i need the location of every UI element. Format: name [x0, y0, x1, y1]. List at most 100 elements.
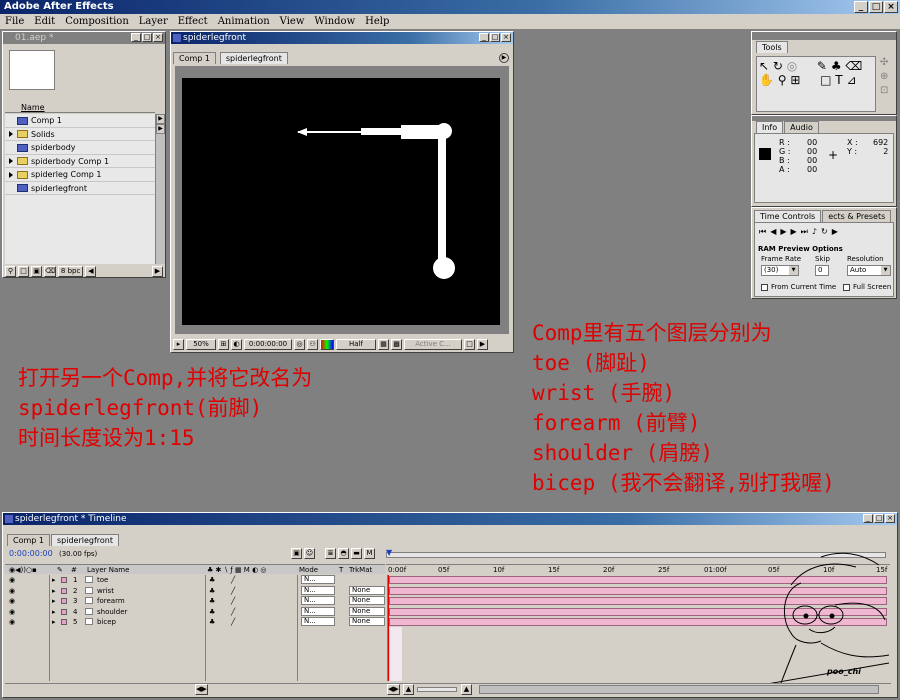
mark-icon[interactable]: M	[364, 548, 375, 559]
effects-presets-tab[interactable]: ects & Presets	[822, 210, 892, 222]
comp-button-icon[interactable]: ▣	[291, 548, 302, 559]
time-indicator-icon[interactable]: ▼	[386, 548, 392, 557]
visibility-eye-icon[interactable]: ◉	[9, 586, 15, 596]
show-snapshot-icon[interactable]: ⚇	[307, 339, 318, 350]
time-controls-tab[interactable]: Time Controls	[754, 210, 822, 222]
menu-layer[interactable]: Layer	[134, 14, 173, 29]
comp-flowchart-icon[interactable]: ▶	[477, 339, 488, 350]
comp-tab-spiderlegfront[interactable]: spiderlegfront	[219, 52, 288, 64]
selection-tool-icon[interactable]: ↖	[759, 59, 769, 73]
audio-icon[interactable]: ♪	[812, 227, 821, 236]
frame-rate-select[interactable]: (30) ▼	[761, 265, 799, 276]
tools-tab[interactable]: Tools	[756, 41, 788, 53]
project-column-header[interactable]: Name	[5, 102, 155, 113]
graph-icon[interactable]: ▬	[351, 548, 362, 559]
camera-view-dropdown[interactable]: Active C...	[404, 339, 462, 350]
trkmat-dropdown[interactable]: None	[349, 617, 385, 626]
text-tool-icon[interactable]: T	[835, 73, 842, 87]
expand-arrow-icon[interactable]	[9, 158, 13, 164]
zoom-tool-icon[interactable]: ⚲	[778, 73, 787, 87]
safe-zones-icon[interactable]: ⊞	[218, 339, 229, 350]
camera-icon[interactable]: ◎	[294, 339, 305, 350]
project-item-comp-1[interactable]: Comp 1	[5, 114, 155, 128]
expand-arrow-icon[interactable]: ▸	[52, 586, 56, 596]
shy-switch-icon[interactable]: ♣	[209, 586, 215, 596]
mode-dropdown[interactable]: N...	[301, 585, 335, 595]
visibility-eye-icon[interactable]: ◉	[9, 617, 15, 627]
scroll-right-arrow-icon[interactable]: ▶	[156, 124, 165, 134]
audio-tab[interactable]: Audio	[784, 121, 819, 133]
layer-name[interactable]: wrist	[97, 586, 114, 596]
menu-help[interactable]: Help	[360, 14, 394, 29]
menu-edit[interactable]: Edit	[29, 14, 60, 29]
switches-icons[interactable]: ♣ ✱ ∖ ƒ ▦ M ◐ ◎	[207, 565, 267, 575]
quality-switch-icon[interactable]: ╱	[231, 586, 235, 596]
info-tab[interactable]: Info	[756, 121, 784, 133]
label-color[interactable]	[61, 619, 67, 625]
skip-input[interactable]: 0	[815, 265, 829, 276]
resolution-select[interactable]: Auto ▼	[847, 265, 891, 276]
shy-switch-icon[interactable]: ♣	[209, 607, 215, 617]
pen-tool-icon[interactable]: ✎	[817, 59, 827, 73]
comp-close-button[interactable]: ×	[501, 33, 511, 42]
menu-window[interactable]: Window	[309, 14, 360, 29]
play-icon[interactable]: ▶	[780, 227, 790, 236]
switches-modes-toggle-icon[interactable]: ◀▶	[195, 684, 208, 695]
rectangle-mask-tool-icon[interactable]: □	[820, 73, 831, 87]
view-axis-icon[interactable]: ⊡	[880, 84, 894, 98]
motion-blur-icon[interactable]: ◓	[338, 548, 349, 559]
timeline-scrollbar[interactable]	[479, 685, 879, 694]
trkmat-dropdown[interactable]: None	[349, 585, 385, 595]
camera-tool-icon[interactable]: ◎	[787, 59, 797, 73]
project-maximize-button[interactable]: □	[142, 33, 152, 42]
trkmat-dropdown[interactable]: None	[349, 596, 385, 605]
trash-icon[interactable]: ⌫	[44, 265, 56, 277]
project-minimize-button[interactable]: _	[131, 33, 141, 42]
world-axis-icon[interactable]: ⊕	[880, 70, 894, 84]
mode-dropdown[interactable]: N...	[301, 617, 335, 626]
shy-switch-icon[interactable]: ♣	[209, 575, 215, 585]
transparency-grid-icon[interactable]: ▩	[391, 339, 402, 350]
layer-name[interactable]: toe	[97, 575, 108, 585]
shy-icon[interactable]: ☺	[304, 548, 315, 559]
zoom-slider[interactable]	[417, 687, 457, 692]
comp-viewer[interactable]	[175, 66, 509, 334]
layer-name[interactable]: forearm	[97, 596, 125, 606]
menu-effect[interactable]: Effect	[173, 14, 213, 29]
project-scrollbar[interactable]: ▶ ▶	[155, 114, 165, 264]
menu-file[interactable]: File	[0, 14, 29, 29]
comp-tab-comp-1[interactable]: Comp 1	[173, 52, 216, 64]
label-color[interactable]	[61, 598, 67, 604]
menu-composition[interactable]: Composition	[60, 14, 134, 29]
new-folder-icon[interactable]: □	[18, 265, 29, 277]
label-color[interactable]	[61, 577, 67, 583]
comp-menu-arrow-icon[interactable]: ▶	[499, 53, 509, 63]
mode-dropdown[interactable]: N...	[301, 596, 335, 605]
visibility-eye-icon[interactable]: ◉	[9, 596, 15, 606]
layer-name[interactable]: shoulder	[97, 607, 127, 617]
av-features-icon[interactable]: ◉◀))○▪	[9, 565, 37, 575]
trkmat-dropdown[interactable]: None	[349, 606, 385, 616]
shy-switch-icon[interactable]: ♣	[209, 596, 215, 606]
comp-minimize-button[interactable]: _	[479, 33, 489, 42]
find-icon[interactable]: ⚲	[5, 265, 16, 277]
clone-tool-icon[interactable]: ♣	[831, 59, 842, 73]
label-color[interactable]	[61, 608, 67, 615]
view-layout-icon[interactable]: □	[464, 339, 475, 350]
visibility-eye-icon[interactable]: ◉	[9, 607, 15, 617]
quality-switch-icon[interactable]: ╱	[231, 607, 235, 617]
menu-view[interactable]: View	[275, 14, 310, 29]
zoom-out-icon[interactable]: ▲	[403, 684, 414, 695]
resolution-dropdown[interactable]: Half	[336, 339, 376, 350]
previous-frame-icon[interactable]: ◀	[770, 227, 780, 236]
label-color[interactable]	[61, 587, 67, 594]
quality-switch-icon[interactable]: ╱	[231, 617, 235, 627]
scroll-right-arrow-icon[interactable]: ▶	[156, 114, 165, 124]
full-screen-checkbox[interactable]	[843, 283, 850, 291]
first-frame-icon[interactable]: ⏮	[759, 227, 770, 236]
project-item-spiderleg-comp-1[interactable]: spiderleg Comp 1	[5, 168, 155, 182]
timeline-timecode[interactable]: 0:00:00:00	[9, 549, 53, 558]
new-comp-icon[interactable]: ▣	[31, 265, 42, 277]
label-icon[interactable]: ✎	[57, 565, 63, 575]
hand-tool-icon[interactable]: ✋	[759, 73, 774, 87]
